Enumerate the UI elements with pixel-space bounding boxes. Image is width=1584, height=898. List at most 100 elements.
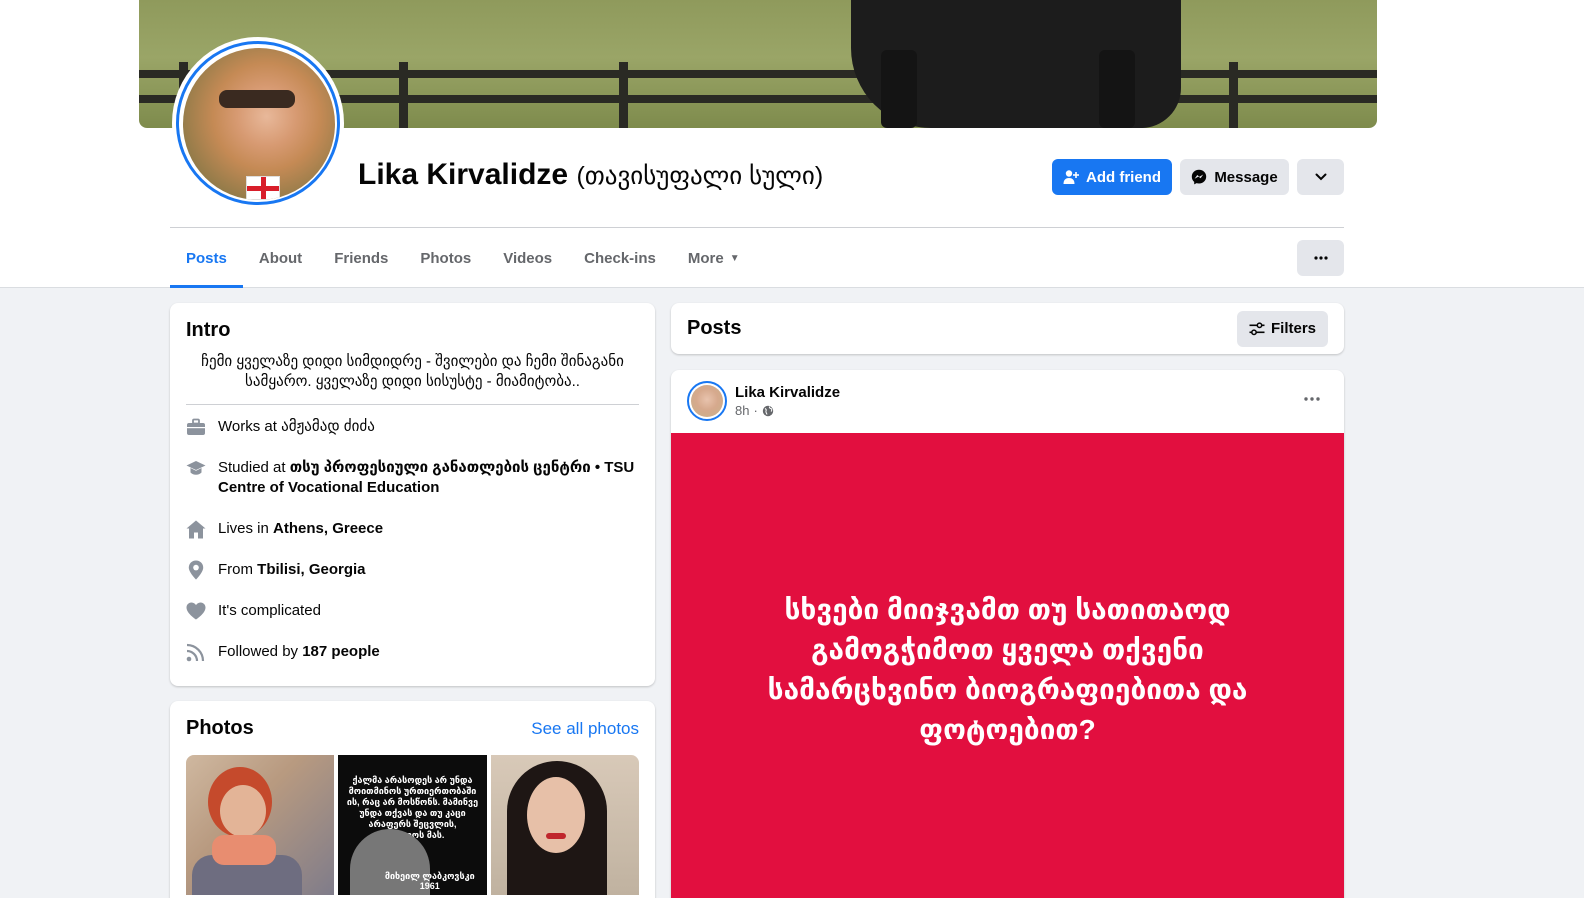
tab-about[interactable]: About <box>243 228 318 288</box>
tabs-options-button[interactable] <box>1297 240 1344 276</box>
quote-text: ქალმა არასოდეს არ უნდა მოითმინოს ურთიერთ… <box>346 775 479 840</box>
horse-leg <box>881 50 917 128</box>
post-author-info: Lika Kirvalidze 8h · <box>735 384 840 418</box>
photo-thumbnail[interactable] <box>186 755 335 895</box>
tab-label: Friends <box>334 249 389 267</box>
intro-followers-value[interactable]: 187 people <box>302 643 380 660</box>
avatar-story-ring <box>176 41 340 205</box>
add-friend-label: Add friend <box>1086 168 1161 186</box>
heart-icon <box>186 601 206 621</box>
tab-check-ins[interactable]: Check-ins <box>568 228 672 288</box>
photo-figure-face <box>526 777 585 853</box>
tab-videos[interactable]: Videos <box>487 228 568 288</box>
tab-more[interactable]: More ▼ <box>672 228 756 288</box>
photo-figure-scarf <box>212 835 276 865</box>
more-actions-button[interactable] <box>1297 159 1344 195</box>
horse-leg <box>1099 50 1135 128</box>
profile-name-main: Lika Kirvalidze <box>358 158 569 191</box>
tab-label: About <box>258 249 303 267</box>
photo-figure-face <box>220 785 266 837</box>
profile-name-alt: (თავისუფალი სული) <box>576 162 824 190</box>
quote-author: მიხეილ ლაბკოვსკი <box>384 871 475 881</box>
intro-relationship: It's complicated <box>186 601 639 621</box>
post-author-name[interactable]: Lika Kirvalidze <box>735 384 840 401</box>
quote-signature: მიხეილ ლაბკოვსკი 1961 <box>385 871 475 891</box>
intro-from-value[interactable]: Tbilisi, Georgia <box>257 561 365 578</box>
location-pin-icon <box>186 560 206 580</box>
posts-header: Posts Filters <box>671 303 1344 354</box>
intro-from: From Tbilisi, Georgia <box>186 560 639 580</box>
tab-photos[interactable]: Photos <box>404 228 487 288</box>
chevron-down-icon <box>1315 173 1326 181</box>
post-header: Lika Kirvalidze 8h · <box>671 370 1344 432</box>
photo-figure-lips <box>545 833 566 839</box>
post-colored-background[interactable]: სხვები მიიჯვამთ თუ სათითაოდ გამოგჭიმოთ ყ… <box>671 433 1344 898</box>
profile-avatar[interactable] <box>172 37 344 209</box>
intro-lives-prefix: Lives in <box>218 520 274 537</box>
quote-year: 1961 <box>419 881 440 891</box>
intro-work: Works at ამჟამად ძიძა <box>186 417 639 437</box>
intro-work-text: Works at ამჟამად ძიძა <box>218 417 375 437</box>
profile-header: Lika Kirvalidze (თავისუფალი სული) Add fr… <box>0 0 1584 288</box>
photo-grid: ქალმა არასოდეს არ უნდა მოითმინოს ურთიერთ… <box>186 755 640 895</box>
photos-header: Photos See all photos <box>186 717 639 740</box>
intro-followers-prefix: Followed by <box>218 643 303 660</box>
see-all-photos-link[interactable]: See all photos <box>531 719 639 739</box>
intro-details: Works at ამჟამად ძიძა Studied at თსუ პრო… <box>186 417 639 662</box>
filters-label: Filters <box>1270 320 1316 337</box>
post-card: Lika Kirvalidze 8h · სხვები მიიჯვამთ თუ … <box>671 370 1344 898</box>
add-friend-icon <box>1063 170 1079 184</box>
avatar-photo <box>183 48 335 200</box>
intro-lives: Lives in Athens, Greece <box>186 519 639 539</box>
globe-icon[interactable] <box>762 405 774 417</box>
intro-study-text: Studied at თსუ პროფესიული განათლების ცენ… <box>218 458 639 498</box>
intro-title: Intro <box>186 319 231 341</box>
tab-label: Check-ins <box>584 249 656 267</box>
briefcase-icon <box>186 417 206 437</box>
fence-post <box>399 62 408 128</box>
photos-card: Photos See all photos ქალმა არასოდეს არ … <box>170 701 655 898</box>
profile-tabs: Posts About Friends Photos Videos Check-… <box>170 228 756 288</box>
intro-lives-text: Lives in Athens, Greece <box>218 519 383 539</box>
georgia-flag-icon <box>246 176 280 200</box>
rss-feed-icon <box>186 642 206 662</box>
sunglasses <box>219 90 295 108</box>
intro-work-prefix: Works at <box>218 418 282 435</box>
intro-relationship-text: It's complicated <box>218 602 321 619</box>
tab-friends[interactable]: Friends <box>318 228 404 288</box>
post-text: სხვები მიიჯვამთ თუ სათითაოდ გამოგჭიმოთ ყ… <box>767 594 1248 745</box>
intro-study: Studied at თსუ პროფესიული განათლების ცენ… <box>186 458 639 498</box>
intro-card: Intro ჩემი ყველაზე დიდი სიმდიდრე - შვილე… <box>170 303 655 686</box>
graduation-cap-icon <box>186 458 206 478</box>
intro-work-value[interactable]: ამჟამად ძიძა <box>281 418 375 435</box>
intro-from-text: From Tbilisi, Georgia <box>218 560 366 580</box>
home-icon <box>186 519 206 539</box>
intro-lives-value[interactable]: Athens, Greece <box>273 520 383 537</box>
caret-down-icon: ▼ <box>729 252 740 264</box>
post-time[interactable]: 8h <box>735 403 749 418</box>
add-friend-button[interactable]: Add friend <box>1052 159 1172 195</box>
message-label: Message <box>1214 168 1278 186</box>
post-options-button[interactable] <box>1304 388 1320 406</box>
more-dots-icon <box>1304 397 1320 401</box>
post-avatar-photo <box>691 385 723 417</box>
photo-thumbnail[interactable]: ქალმა არასოდეს არ უნდა მოითმინოს ურთიერთ… <box>338 755 487 895</box>
intro-bio: ჩემი ყველაზე დიდი სიმდიდრე - შვილები და … <box>186 352 639 405</box>
post-meta-separator: · <box>753 403 758 418</box>
message-button[interactable]: Message <box>1180 159 1289 195</box>
tab-label: More <box>687 249 724 267</box>
post-meta: 8h · <box>735 403 840 418</box>
filters-button[interactable]: Filters <box>1236 310 1328 347</box>
intro-followers: Followed by 187 people <box>186 642 639 662</box>
post-author-avatar[interactable] <box>687 381 727 421</box>
messenger-icon <box>1192 169 1207 185</box>
fence-post <box>1229 62 1238 128</box>
tab-label: Posts <box>186 249 227 267</box>
tab-posts[interactable]: Posts <box>170 228 243 288</box>
tab-label: Photos <box>420 249 472 267</box>
intro-from-prefix: From <box>218 561 258 578</box>
intro-followers-text: Followed by 187 people <box>218 642 380 662</box>
filters-icon <box>1249 321 1265 335</box>
fence-post <box>619 62 628 128</box>
photo-thumbnail[interactable] <box>490 755 640 895</box>
